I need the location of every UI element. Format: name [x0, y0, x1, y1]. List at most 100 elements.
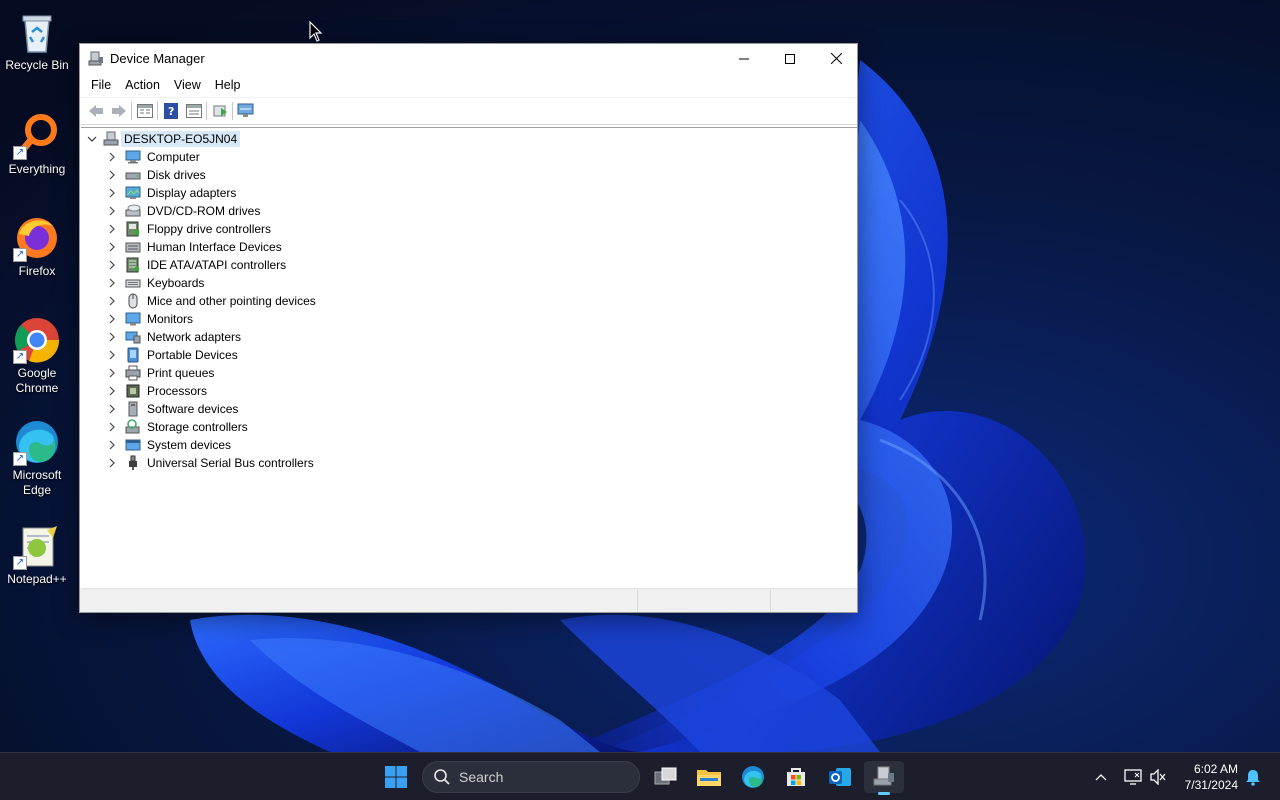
tree-category-print-queues[interactable]: Print queues [107, 364, 214, 382]
show-hide-console-tree-button[interactable] [133, 100, 156, 122]
expand-chevron-icon[interactable] [107, 224, 117, 234]
tree-category-network-adapters[interactable]: Network adapters [107, 328, 241, 346]
windows-logo-icon [385, 766, 407, 788]
expand-chevron-icon[interactable] [107, 170, 117, 180]
software-devices-icon [128, 401, 138, 417]
collapse-chevron-icon[interactable] [87, 134, 97, 144]
desktop-icon-everything[interactable]: ↗ Everything [0, 112, 74, 177]
tree-category-universal-serial-bus-controllers[interactable]: Universal Serial Bus controllers [107, 454, 314, 472]
expand-chevron-icon[interactable] [107, 458, 117, 468]
desktop-icon-recycle-bin[interactable]: Recycle Bin [0, 8, 74, 73]
title-bar[interactable]: Device Manager [80, 44, 857, 73]
tree-category-label: DVD/CD-ROM drives [147, 204, 261, 218]
expand-chevron-icon[interactable] [107, 314, 117, 324]
start-button[interactable] [376, 761, 416, 793]
expand-chevron-icon[interactable] [107, 332, 117, 342]
chevron-up-icon [1095, 774, 1107, 781]
tree-category-disk-drives[interactable]: Disk drives [107, 166, 206, 184]
system-clock[interactable]: 6:02 AM 7/31/2024 [1185, 761, 1238, 793]
forward-button[interactable] [107, 100, 130, 122]
tree-category-label: Display adapters [147, 186, 237, 200]
portable-devices-icon [127, 347, 139, 363]
search-icon [434, 769, 450, 785]
tree-category-label: Portable Devices [147, 348, 238, 362]
expand-chevron-icon[interactable] [107, 350, 117, 360]
tree-category-label: Disk drives [147, 168, 206, 182]
floppy-drive-controllers-icon [126, 221, 139, 237]
taskbar-device-manager[interactable] [864, 761, 904, 795]
properties-button[interactable] [182, 100, 205, 122]
device-tree[interactable]: DESKTOP-EO5JN04 Computer Disk drives Displ… [81, 127, 857, 589]
monitors-icon [125, 312, 141, 326]
tree-category-dvd-cd-rom-drives[interactable]: DVD/CD-ROM drives [107, 202, 260, 220]
network-status-button[interactable] [1123, 767, 1143, 787]
menu-action[interactable]: Action [118, 73, 167, 97]
desktop-icon-chrome[interactable]: ↗ Google Chrome [0, 316, 74, 396]
expand-chevron-icon[interactable] [107, 422, 117, 432]
tree-category-human-interface-devices[interactable]: Human Interface Devices [107, 238, 282, 256]
expand-chevron-icon[interactable] [107, 152, 117, 162]
expand-chevron-icon[interactable] [107, 260, 117, 270]
show-hidden-icons-button[interactable] [1091, 767, 1111, 787]
maximize-button[interactable] [767, 44, 813, 73]
expand-chevron-icon[interactable] [107, 386, 117, 396]
task-view-button[interactable] [646, 761, 686, 793]
storage-controllers-icon [125, 419, 140, 434]
tree-category-keyboards[interactable]: Keyboards [107, 274, 204, 292]
status-bar [80, 589, 857, 612]
tree-category-system-devices[interactable]: System devices [107, 436, 231, 454]
desktop-icon-edge[interactable]: ↗ Microsoft Edge [0, 418, 74, 498]
menu-bar: File Action View Help [80, 73, 857, 97]
expand-chevron-icon[interactable] [107, 404, 117, 414]
back-button[interactable] [84, 100, 107, 122]
processors-icon [126, 384, 140, 398]
update-driver-button[interactable] [208, 100, 231, 122]
notifications-button[interactable] [1243, 767, 1263, 787]
desktop-icon-notepadpp[interactable]: ↗ Notepad++ [0, 522, 74, 587]
tree-category-mice-and-other-pointing-devices[interactable]: Mice and other pointing devices [107, 292, 316, 310]
expand-chevron-icon[interactable] [107, 440, 117, 450]
menu-file[interactable]: File [84, 73, 118, 97]
menu-help[interactable]: Help [208, 73, 248, 97]
taskbar-search-box[interactable]: Search [422, 761, 640, 793]
expand-chevron-icon[interactable] [107, 242, 117, 252]
outlook-icon [829, 768, 851, 786]
tree-category-storage-controllers[interactable]: Storage controllers [107, 418, 248, 436]
expand-chevron-icon[interactable] [107, 206, 117, 216]
expand-chevron-icon[interactable] [107, 188, 117, 198]
device-manager-window[interactable]: Device Manager File Action View Help ? D… [79, 43, 858, 613]
expand-chevron-icon[interactable] [107, 278, 117, 288]
update-driver-icon [213, 105, 227, 117]
svg-text:?: ? [168, 105, 174, 118]
tree-category-floppy-drive-controllers[interactable]: Floppy drive controllers [107, 220, 271, 238]
close-button[interactable] [813, 44, 859, 73]
taskbar-file-explorer[interactable] [689, 761, 729, 793]
taskbar-edge[interactable] [733, 761, 773, 793]
tree-category-display-adapters[interactable]: Display adapters [107, 184, 236, 202]
tree-category-monitors[interactable]: Monitors [107, 310, 193, 328]
scan-hardware-button[interactable] [234, 100, 257, 122]
menu-view[interactable]: View [167, 73, 208, 97]
tree-category-ide-ata-atapi-controllers[interactable]: IDE ATA/ATAPI controllers [107, 256, 286, 274]
taskbar-outlook[interactable] [820, 761, 860, 793]
tree-category-label: Mice and other pointing devices [147, 294, 316, 308]
network-icon [1124, 769, 1142, 785]
tree-category-software-devices[interactable]: Software devices [107, 400, 238, 418]
system-devices-icon [125, 439, 141, 451]
taskbar-store[interactable] [776, 761, 816, 793]
tree-category-computer[interactable]: Computer [107, 148, 200, 166]
tree-category-portable-devices[interactable]: Portable Devices [107, 346, 238, 364]
minimize-button[interactable] [721, 44, 767, 73]
task-view-icon [654, 767, 677, 785]
tree-category-label: System devices [147, 438, 232, 452]
mouse-cursor-icon [309, 21, 323, 42]
desktop-icon-firefox[interactable]: ↗ Firefox [0, 214, 74, 279]
tree-root-node[interactable]: DESKTOP-EO5JN04 [87, 130, 241, 148]
tree-category-processors[interactable]: Processors [107, 382, 207, 400]
tree-category-label: IDE ATA/ATAPI controllers [147, 258, 287, 272]
help-button[interactable]: ? [159, 100, 182, 122]
expand-chevron-icon[interactable] [107, 368, 117, 378]
volume-button[interactable] [1148, 767, 1168, 787]
expand-chevron-icon[interactable] [107, 296, 117, 306]
close-icon [830, 53, 842, 64]
